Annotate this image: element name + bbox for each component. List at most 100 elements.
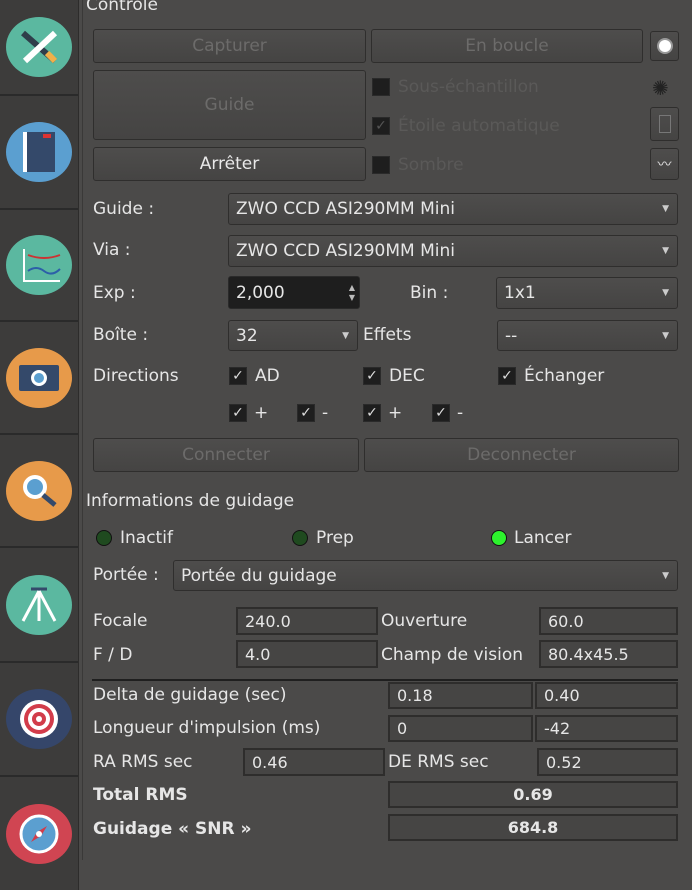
- snr-label: Guidage « SNR »: [93, 819, 252, 839]
- scope-value: Portée du guidage: [181, 565, 337, 586]
- fd-field: 4.0: [236, 640, 378, 668]
- camera-icon: [6, 347, 72, 408]
- tab-align[interactable]: [0, 663, 78, 777]
- guide-button[interactable]: Guide: [93, 70, 366, 140]
- prep-led-icon: [292, 530, 308, 546]
- dec-checkbox[interactable]: ✓: [363, 367, 381, 385]
- box-size-value: 32: [236, 325, 258, 346]
- chevron-down-icon: ▼: [662, 570, 669, 581]
- tab-scheduler[interactable]: [0, 96, 78, 210]
- stop-button[interactable]: Arrêter: [93, 147, 366, 181]
- focal-field: 240.0: [236, 607, 378, 635]
- bin-value: 1x1: [504, 283, 536, 303]
- tab-analyze[interactable]: [0, 210, 78, 322]
- ra-checkbox[interactable]: ✓: [229, 367, 247, 385]
- ra-minus-checkbox[interactable]: ✓: [297, 404, 315, 422]
- box-size-select[interactable]: 32 ▼: [228, 320, 358, 351]
- aperture-label: Ouverture: [381, 611, 468, 631]
- bin-label: Bin :: [410, 283, 449, 303]
- fov-label: Champ de vision: [381, 645, 524, 665]
- tab-guide[interactable]: [0, 777, 78, 890]
- drift-graph-button[interactable]: 〰: [650, 148, 679, 180]
- dec-plus-checkbox[interactable]: ✓: [363, 404, 381, 422]
- autostar-label: Étoile automatique: [398, 116, 560, 136]
- compass-icon: [6, 803, 72, 864]
- dec-plus-label: +: [388, 403, 403, 423]
- chevron-down-icon: ▼: [662, 246, 669, 256]
- tab-focus[interactable]: [0, 435, 78, 548]
- focal-label: Focale: [93, 611, 148, 631]
- fov-field: 80.4x45.5: [539, 640, 678, 668]
- dark-checkbox[interactable]: [372, 156, 390, 174]
- effects-select[interactable]: -- ▼: [497, 320, 678, 351]
- connect-button[interactable]: Connecter: [93, 438, 359, 472]
- aperture-field: 60.0: [539, 607, 678, 635]
- ra-minus-label: -: [322, 403, 329, 423]
- effects-label: Effets: [363, 325, 412, 345]
- record-icon: [658, 40, 671, 52]
- tab-setup[interactable]: [0, 0, 78, 96]
- via-label: Via :: [93, 240, 131, 260]
- pulse-de-field: -42: [535, 715, 678, 742]
- separator: [92, 679, 678, 681]
- idle-label: Inactif: [120, 528, 173, 548]
- prep-label: Prep: [316, 528, 354, 548]
- delta-de-field: 0.40: [535, 682, 678, 709]
- run-label: Lancer: [514, 528, 572, 548]
- dec-label: DEC: [389, 366, 425, 386]
- control-title: Contrôle: [86, 0, 158, 15]
- module-sidebar: [0, 0, 79, 890]
- disconnect-button[interactable]: Deconnecter: [364, 438, 679, 472]
- bin-select[interactable]: 1x1 ▼: [496, 277, 678, 309]
- delta-ra-field: 0.18: [388, 682, 533, 709]
- clear-calibration-button[interactable]: [650, 107, 679, 141]
- graph-icon: [6, 235, 72, 295]
- delta-label: Delta de guidage (sec): [93, 685, 287, 705]
- waveform-icon: 〰: [657, 157, 672, 173]
- chevron-down-icon: ▼: [662, 204, 669, 214]
- guide-info-title: Informations de guidage: [86, 491, 295, 511]
- loop-button[interactable]: En boucle: [371, 29, 643, 63]
- record-toggle-button[interactable]: [650, 31, 679, 61]
- guide-camera-label: Guide :: [93, 199, 155, 219]
- dec-minus-label: -: [457, 403, 464, 423]
- target-icon: [6, 689, 72, 749]
- pulse-label: Longueur d'impulsion (ms): [93, 718, 321, 738]
- total-rms-field: 0.69: [388, 781, 678, 808]
- chevron-down-icon: ▼: [342, 330, 349, 341]
- autostar-checkbox[interactable]: ✓: [372, 117, 390, 135]
- effects-value: --: [505, 325, 518, 346]
- box-label: Boîte :: [93, 325, 149, 345]
- chevron-down-icon: ▼: [662, 330, 669, 341]
- ra-plus-checkbox[interactable]: ✓: [229, 404, 247, 422]
- via-select[interactable]: ZWO CCD ASI290MM Mini ▼: [228, 235, 678, 267]
- tab-mount[interactable]: [0, 548, 78, 663]
- de-rms-label: DE RMS sec: [388, 752, 489, 772]
- exposure-value: 2,000: [236, 282, 285, 303]
- wrench-screwdriver-icon: [6, 17, 72, 77]
- scope-select[interactable]: Portée du guidage ▼: [173, 560, 678, 591]
- subframe-label: Sous-échantillon: [398, 77, 539, 97]
- swap-checkbox[interactable]: ✓: [498, 367, 516, 385]
- scope-label: Portée :: [93, 565, 159, 585]
- chevron-down-icon: ▼: [662, 288, 669, 298]
- spin-arrows-icon[interactable]: ▲ ▼: [349, 283, 355, 303]
- exposure-label: Exp :: [93, 283, 136, 303]
- ra-label: AD: [255, 366, 280, 386]
- trash-icon: [658, 115, 671, 133]
- dec-minus-checkbox[interactable]: ✓: [432, 404, 450, 422]
- tab-capture[interactable]: [0, 322, 78, 435]
- ra-rms-field: 0.46: [243, 748, 385, 776]
- ra-plus-label: +: [254, 403, 269, 423]
- via-value: ZWO CCD ASI290MM Mini: [236, 241, 455, 261]
- busy-spinner-icon: ✺: [652, 76, 669, 100]
- total-rms-label: Total RMS: [93, 785, 188, 805]
- run-led-icon: [491, 530, 507, 546]
- fd-label: F / D: [93, 645, 133, 665]
- swap-label: Échanger: [524, 366, 605, 386]
- magnifier-icon: [6, 460, 72, 521]
- guide-camera-select[interactable]: ZWO CCD ASI290MM Mini ▼: [228, 193, 678, 225]
- capture-button[interactable]: Capturer: [93, 29, 366, 63]
- exposure-spinbox[interactable]: 2,000 ▲ ▼: [228, 276, 360, 309]
- subframe-checkbox[interactable]: [372, 78, 390, 96]
